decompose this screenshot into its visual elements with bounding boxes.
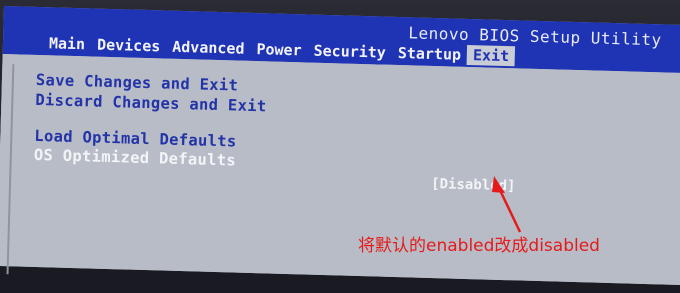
annotation-text: 将默认的enabled改成disabled <box>358 236 600 256</box>
arrow-head-icon <box>492 176 505 193</box>
arrow-shaft <box>496 185 522 233</box>
annotation-arrow <box>492 176 522 233</box>
